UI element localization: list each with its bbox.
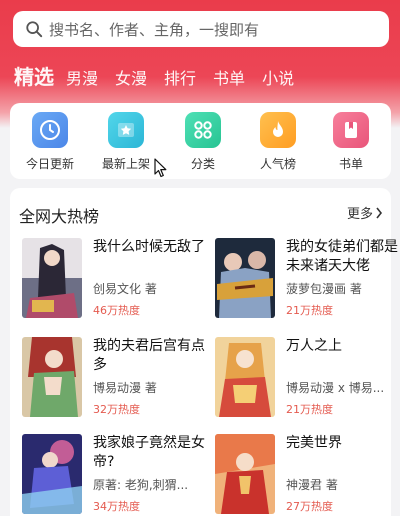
category-tabs: 精选 男漫 女漫 排行 书单 小说 — [14, 60, 311, 90]
grid-icon — [185, 112, 221, 148]
book-author: 神漫君 著 — [286, 478, 338, 492]
search-bar[interactable]: 搜书名、作者、主角，一搜即有 — [13, 11, 389, 47]
book-title: 万人之上 — [286, 338, 342, 354]
shortcut-label: 分类 — [190, 157, 215, 171]
book-title: 我的女徒弟们都是未来诸天大佬 — [286, 239, 398, 274]
book-heat: 34万热度 — [93, 500, 140, 513]
tab-ranking[interactable]: 排行 — [164, 68, 196, 90]
shortcut-label: 今日更新 — [25, 157, 74, 171]
search-placeholder: 搜书名、作者、主角，一搜即有 — [49, 20, 260, 39]
star-icon — [108, 112, 144, 148]
tab-booklist[interactable]: 书单 — [213, 68, 245, 90]
shortcut-booklist[interactable]: 书单 — [319, 112, 383, 172]
section-title: 全网大热榜 — [19, 207, 100, 226]
more-label: 更多 — [346, 207, 373, 222]
book-title: 我家娘子竟然是女帝? — [93, 435, 205, 470]
more-link[interactable]: 更多 — [347, 203, 383, 222]
chevron-right-icon — [376, 207, 383, 218]
book-heat: 21万热度 — [286, 403, 333, 416]
book-title: 我的夫君后宫有点多 — [93, 338, 205, 373]
tab-female-comics[interactable]: 女漫 — [115, 68, 147, 90]
book-item[interactable]: 完美世界 神漫君 著 27万热度 — [215, 434, 400, 514]
shortcut-label: 人气榜 — [259, 157, 296, 171]
book-heat: 27万热度 — [286, 500, 333, 513]
book-item[interactable]: 我什么时候无敌了 创易文化 著 46万热度 — [22, 238, 207, 318]
book-author: 创易文化 著 — [93, 282, 157, 296]
book-cover[interactable] — [22, 238, 82, 318]
book-item[interactable]: 我家娘子竟然是女帝? 原著: 老狗,刺猬... 34万热度 — [22, 434, 207, 514]
book-author: 原著: 老狗,刺猬... — [93, 478, 189, 492]
flame-icon — [260, 112, 296, 148]
tab-male-comics[interactable]: 男漫 — [66, 68, 98, 90]
book-heat: 21万热度 — [286, 304, 333, 317]
hot-ranking-section: 全网大热榜 更多 我什么时候无敌了 创易文化 著 46万热度 我的女徒弟们都是未… — [10, 188, 398, 516]
book-title: 我什么时候无敌了 — [93, 239, 205, 255]
book-item[interactable]: 我的夫君后宫有点多 博易动漫 著 32万热度 — [22, 337, 207, 417]
shortcut-label: 最新上架 — [101, 157, 150, 171]
clock-icon — [32, 112, 68, 148]
book-author: 博易动漫 著 — [93, 381, 157, 395]
book-cover[interactable] — [215, 238, 275, 318]
book-heat: 46万热度 — [93, 304, 140, 317]
book-cover[interactable] — [22, 337, 82, 417]
shortcut-popularity[interactable]: 人气榜 — [246, 112, 310, 172]
book-title: 完美世界 — [286, 435, 342, 451]
book-cover[interactable] — [22, 434, 82, 514]
shortcut-today-updates[interactable]: 今日更新 — [18, 112, 82, 172]
shortcut-panel: 今日更新 最新上架 分类 人气榜 书单 — [10, 103, 391, 179]
book-item[interactable]: 我的女徒弟们都是未来诸天大佬 菠萝包漫画 著 21万热度 — [215, 238, 400, 318]
tab-novels[interactable]: 小说 — [262, 68, 294, 90]
book-cover[interactable] — [215, 434, 275, 514]
tab-featured[interactable]: 精选 — [14, 64, 54, 90]
shortcut-categories[interactable]: 分类 — [171, 112, 235, 172]
book-heat: 32万热度 — [93, 403, 140, 416]
book-author: 博易动漫 x 博易... — [286, 381, 385, 395]
shortcut-new-arrivals[interactable]: 最新上架 — [94, 112, 158, 172]
book-item[interactable]: 万人之上 博易动漫 x 博易... 21万热度 — [215, 337, 400, 417]
search-icon — [26, 21, 43, 38]
shortcut-label: 书单 — [338, 157, 363, 171]
book-author: 菠萝包漫画 著 — [286, 282, 362, 296]
mouse-cursor-icon — [154, 158, 167, 178]
book-cover[interactable] — [215, 337, 275, 417]
book-icon — [333, 112, 369, 148]
